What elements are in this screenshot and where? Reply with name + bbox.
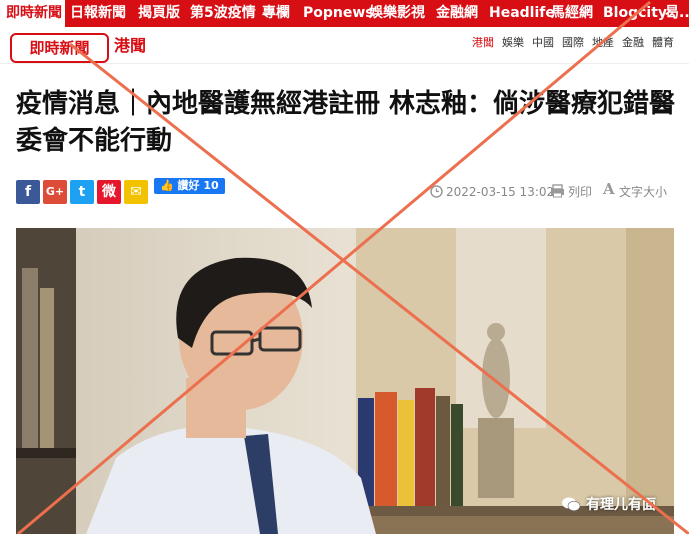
like-count: 10 [203,179,219,192]
wechat-icon [562,497,580,511]
thumbs-up-icon: 👍 [160,179,174,192]
font-size-icon[interactable]: A [603,182,615,197]
nav-item-fifth-wave[interactable]: 第5波疫情 [190,0,256,27]
subnav-item-entertainment[interactable]: 娛樂 [502,36,524,50]
nav-item-entertainment[interactable]: 娛樂影視 [369,0,425,27]
brand-logo[interactable]: 即時新聞 [10,33,109,63]
publish-timestamp: 2022-03-15 13:02 [446,185,555,199]
print-icon[interactable] [550,184,565,198]
article-photo-illustration [16,228,674,534]
subnav-item-china[interactable]: 中國 [532,36,554,50]
like-label: 讚好 [177,179,200,192]
nav-item-page-flip[interactable]: 揭頁版 [138,0,180,27]
nav-item-daily-news[interactable]: 日報新聞 [70,0,126,27]
font-size-link[interactable]: 文字大小 [619,185,667,199]
weibo-share-button[interactable]: 微 [97,180,121,204]
section-title[interactable]: 港聞 [114,33,146,59]
nav-item-headlife[interactable]: Headlife [489,0,555,27]
google-plus-share-button[interactable]: G+ [43,180,67,204]
top-navigation-bar: 即時新聞 日報新聞 揭頁版 第5波疫情 專欄 Popnews 娛樂影視 金融網 … [0,0,689,27]
clock-icon [430,185,443,198]
print-link[interactable]: 列印 [568,185,592,199]
article-headline: 疫情消息｜內地醫護無經港註冊 林志釉：倘涉醫療犯錯醫委會不能行動 [16,89,676,156]
watermark: 有理儿有面 [562,494,656,514]
nav-item-popnews[interactable]: Popnews [303,0,374,27]
subnav-item-international[interactable]: 國際 [562,36,584,50]
subnav-item-finance[interactable]: 金融 [622,36,644,50]
nav-item-instant-news[interactable]: 即時新聞 [0,0,65,27]
email-share-button[interactable]: ✉ [124,180,148,204]
like-button[interactable]: 👍 讚好 10 [154,178,225,194]
article-photo: 有理儿有面 [16,228,674,534]
nav-item-more[interactable]: 曷... [665,0,689,27]
subnav-item-sports[interactable]: 體育 [652,36,674,50]
subnav-item-property[interactable]: 地產 [592,36,614,50]
twitter-share-button[interactable]: t [70,180,94,204]
nav-item-columns[interactable]: 專欄 [262,0,290,27]
nav-item-racing[interactable]: 馬經網 [551,0,593,27]
facebook-share-button[interactable]: f [16,180,40,204]
subnav-item-hk[interactable]: 港聞 [472,36,494,50]
watermark-text: 有理儿有面 [586,497,656,513]
nav-item-finance[interactable]: 金融網 [436,0,478,27]
nav-item-blogcity[interactable]: Blogcity [603,0,667,27]
